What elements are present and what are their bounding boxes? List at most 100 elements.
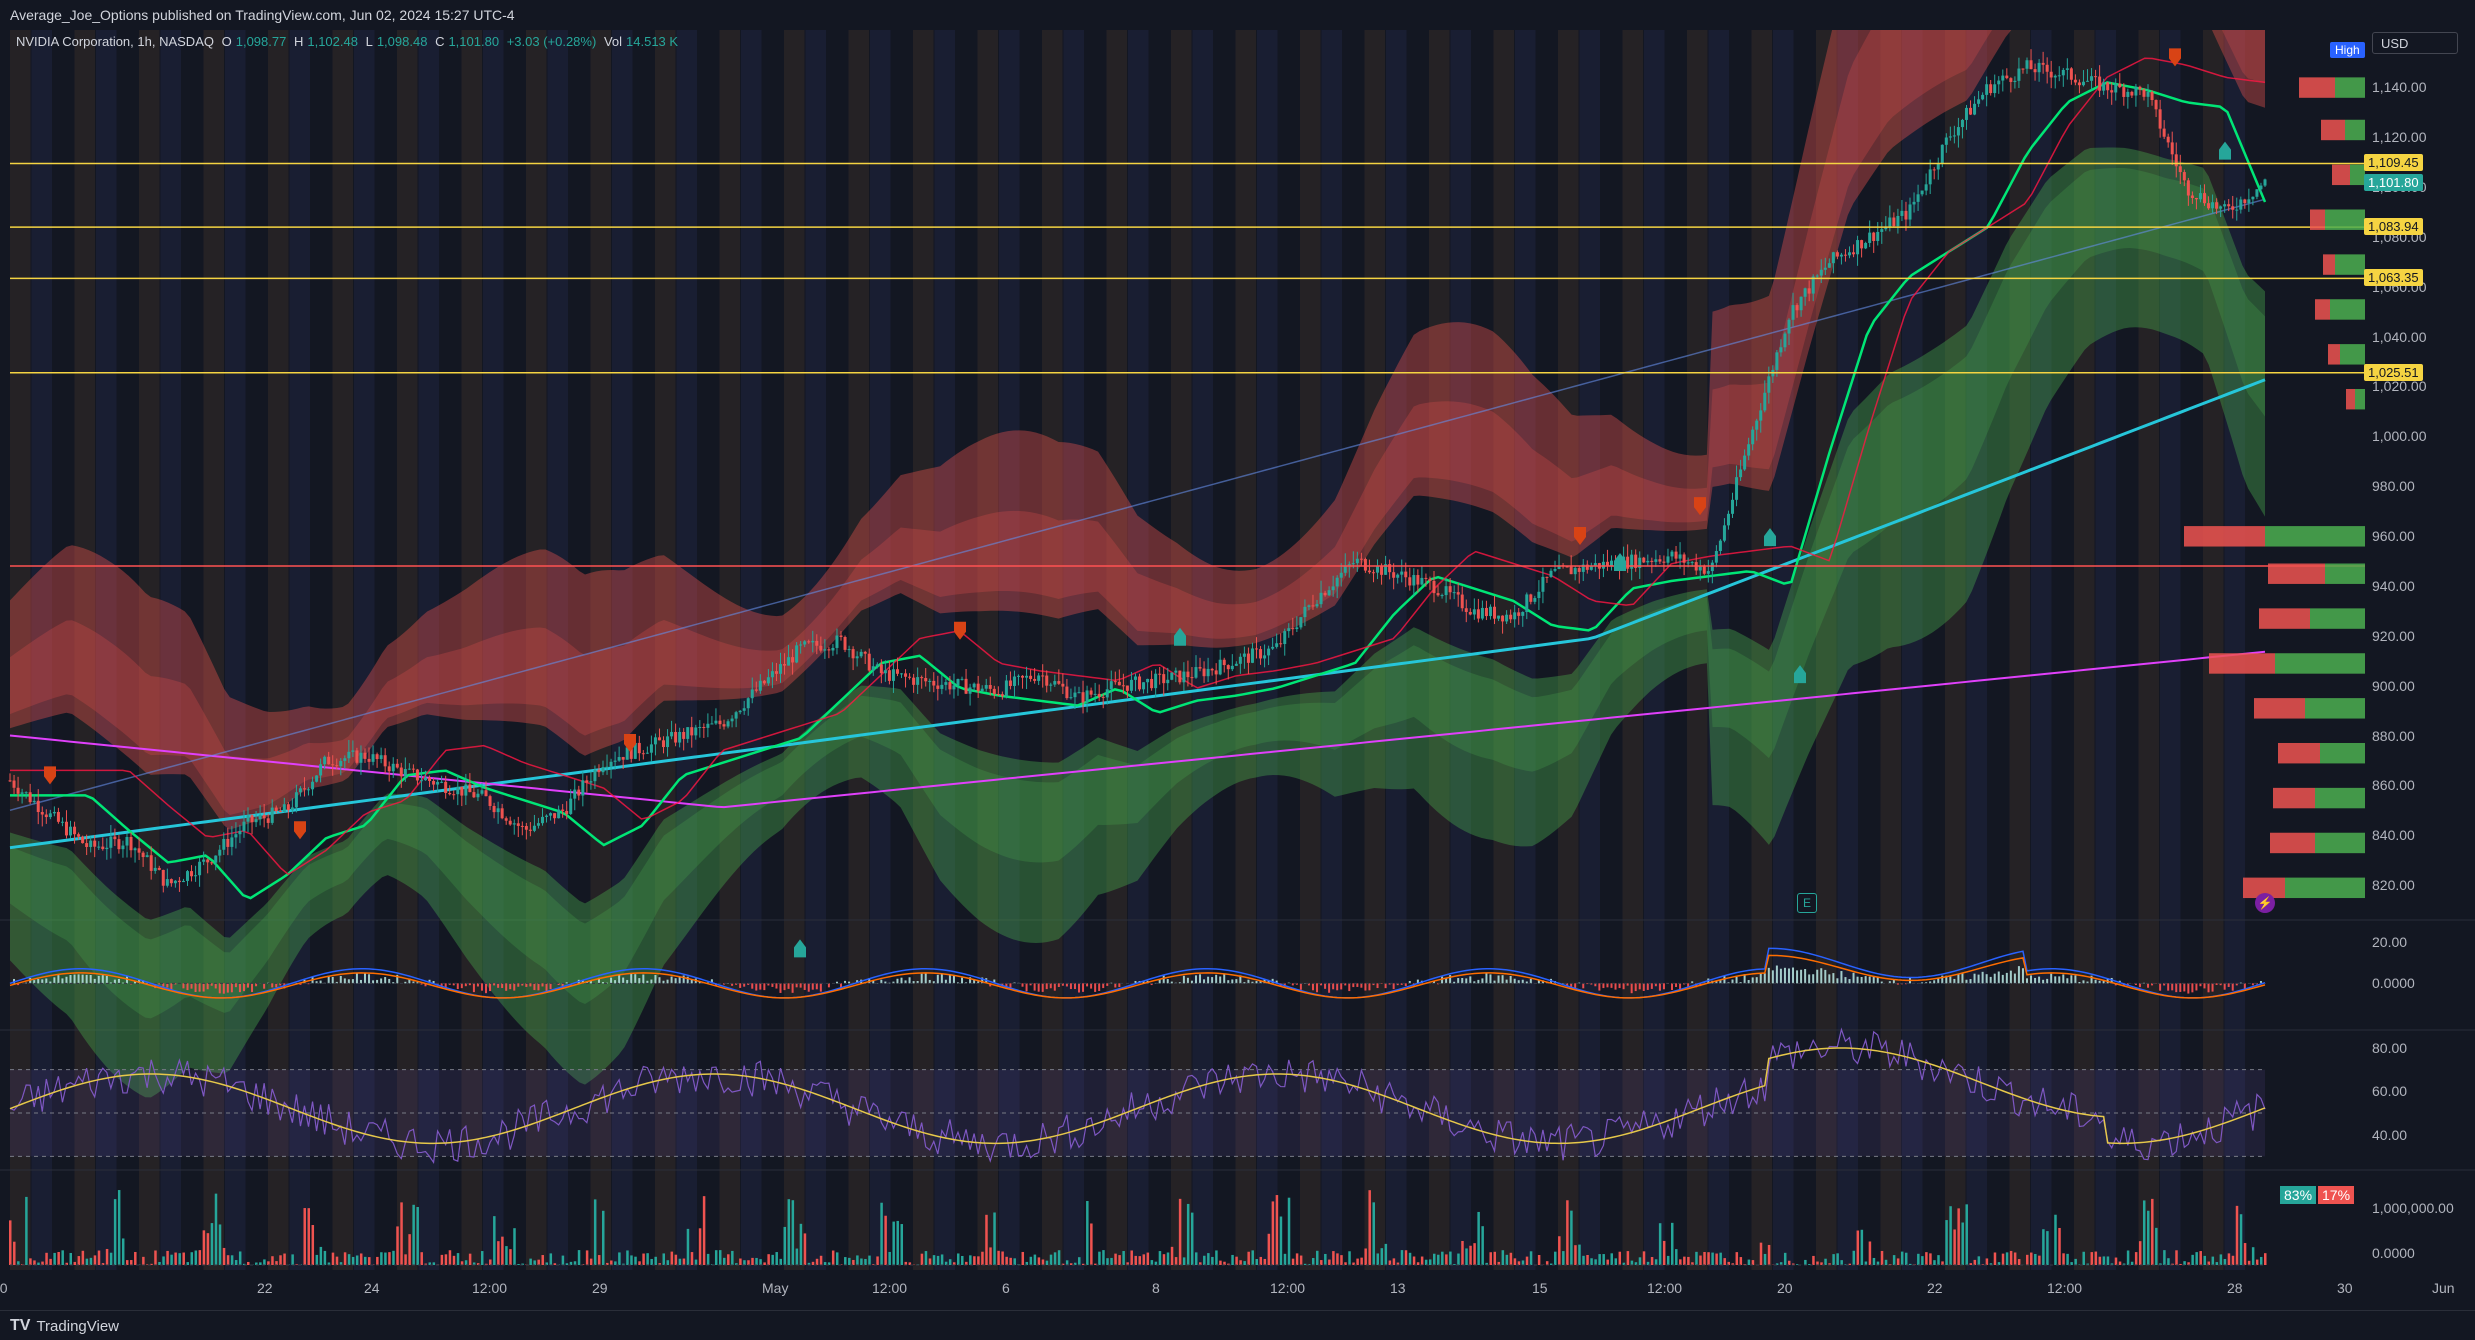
volume-bar xyxy=(1994,1252,1997,1265)
macd-bar xyxy=(158,983,160,984)
macd-bar xyxy=(90,975,92,983)
volume-bar xyxy=(2018,1259,2021,1265)
macd-bar xyxy=(755,983,757,990)
candle xyxy=(1445,586,1448,595)
candle xyxy=(376,754,379,759)
candle xyxy=(1808,288,1811,293)
volume-bar xyxy=(901,1224,904,1265)
candle xyxy=(755,689,758,690)
macd-bar xyxy=(2228,983,2230,987)
candle xyxy=(432,781,435,785)
candle xyxy=(2207,203,2210,208)
macd-bar xyxy=(1792,968,1794,984)
macd-bar xyxy=(751,983,753,988)
candle xyxy=(856,656,859,658)
candle xyxy=(509,821,512,825)
candle xyxy=(57,812,60,822)
candle xyxy=(1065,687,1068,699)
volume-bar xyxy=(1013,1258,1016,1265)
time-axis-label: 28 xyxy=(2227,1280,2243,1296)
volume-bar xyxy=(25,1197,28,1265)
candle xyxy=(1078,692,1081,693)
price-axis-label: 900.00 xyxy=(2372,678,2415,694)
candle xyxy=(388,766,391,771)
candle xyxy=(1578,568,1581,572)
macd-bar xyxy=(1631,983,1633,993)
volume-bar xyxy=(1836,1253,1839,1265)
macd-bar xyxy=(1828,974,1830,983)
flash-icon[interactable]: ⚡ xyxy=(2255,893,2275,913)
candle xyxy=(247,815,250,821)
candle xyxy=(1049,685,1052,686)
candle xyxy=(2264,179,2267,185)
currency-selector[interactable]: USD xyxy=(2372,32,2458,54)
price-chart[interactable] xyxy=(0,30,2475,1310)
time-axis-label: 15 xyxy=(1532,1280,1548,1296)
volume-bar xyxy=(1788,1261,1791,1265)
volume-bar xyxy=(1090,1223,1093,1265)
candle xyxy=(331,764,334,765)
candle xyxy=(2070,68,2073,79)
candle xyxy=(202,860,205,862)
volume-bar xyxy=(727,1254,730,1265)
candle xyxy=(1219,660,1222,675)
volume-bar xyxy=(1251,1250,1254,1265)
volume-bar xyxy=(312,1225,315,1265)
volume-bar xyxy=(1130,1250,1133,1265)
volume-bar xyxy=(642,1254,645,1265)
volume-bar xyxy=(884,1216,887,1265)
macd-bar xyxy=(763,983,765,990)
candle xyxy=(533,826,536,831)
candle xyxy=(456,787,459,794)
candle xyxy=(1735,477,1738,500)
volume-bar xyxy=(1195,1252,1198,1265)
macd-bar xyxy=(235,983,237,987)
candle xyxy=(961,679,964,680)
volume-bar xyxy=(2091,1252,2094,1265)
macd-bar xyxy=(1639,983,1641,989)
volume-bar xyxy=(501,1237,504,1265)
volume-bar xyxy=(679,1259,682,1265)
volume-bar xyxy=(1570,1211,1573,1265)
candle xyxy=(311,782,314,790)
volume-bar xyxy=(114,1199,117,1265)
legend-high-label: H xyxy=(294,34,303,49)
candle xyxy=(472,792,475,797)
candle xyxy=(606,767,609,768)
volume-bar xyxy=(235,1260,238,1265)
macd-bar xyxy=(110,982,112,983)
macd-bar xyxy=(1994,974,1996,984)
time-axis-label: 12:00 xyxy=(2047,1280,2082,1296)
volume-bar xyxy=(2232,1256,2235,1265)
volume-bar xyxy=(2002,1254,2005,1265)
volume-profile-buy xyxy=(2335,254,2365,274)
earnings-icon[interactable]: E xyxy=(1797,893,1817,913)
macd-bar xyxy=(566,982,568,983)
candle xyxy=(565,811,568,814)
macd-bar xyxy=(820,983,822,991)
macd-bar xyxy=(501,983,503,988)
tradingview-logo[interactable]: TV TradingView xyxy=(10,1317,119,1335)
volume-bar xyxy=(1175,1257,1178,1265)
macd-bar xyxy=(1679,983,1681,989)
time-axis-label: 22 xyxy=(257,1280,273,1296)
macd-bar xyxy=(1953,979,1955,983)
macd-bar xyxy=(634,974,636,983)
candle xyxy=(476,794,479,798)
candle xyxy=(1699,567,1702,571)
candle xyxy=(2138,87,2141,89)
macd-bar xyxy=(546,983,548,991)
volume-bar xyxy=(1506,1255,1509,1265)
candle xyxy=(1783,334,1786,348)
volume-bar xyxy=(1873,1258,1876,1265)
volume-bar xyxy=(550,1253,553,1265)
price-axis-label: 940.00 xyxy=(2372,578,2415,594)
volume-bar xyxy=(759,1259,762,1265)
candle xyxy=(1747,444,1750,455)
macd-bar xyxy=(2244,983,2246,988)
macd-bar xyxy=(929,980,931,983)
macd-bar xyxy=(489,983,491,991)
candle xyxy=(1380,566,1383,575)
volume-bar xyxy=(2054,1215,2057,1265)
price-axis-label: 880.00 xyxy=(2372,728,2415,744)
